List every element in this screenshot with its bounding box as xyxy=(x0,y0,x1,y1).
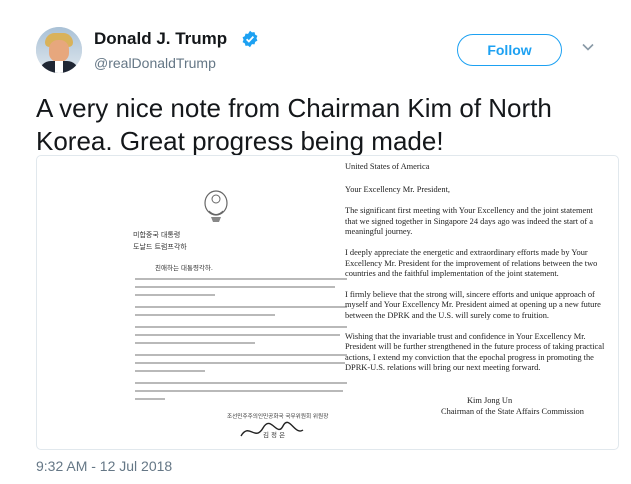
korean-greeting: 친애하는 대통령각하. xyxy=(155,264,213,272)
korean-text-line xyxy=(135,306,347,308)
letter-signer: Kim Jong Un xyxy=(467,395,513,405)
recipient-line-1: 미합중국 대통령 xyxy=(133,231,181,239)
chevron-down-icon[interactable] xyxy=(581,40,595,54)
korean-text-line xyxy=(135,326,347,328)
letter-paragraph-3: I firmly believe that the strong will, s… xyxy=(345,289,601,320)
korean-text-line xyxy=(135,354,347,356)
state-emblem-icon xyxy=(204,190,228,222)
korean-text-line xyxy=(135,314,275,316)
letter-salutation: Your Excellency Mr. President, xyxy=(345,184,450,194)
tweet-timestamp[interactable]: 9:32 AM - 12 Jul 2018 xyxy=(36,458,172,474)
korean-text-line xyxy=(135,342,255,344)
letter-paragraph-4: Wishing that the invariable trust and co… xyxy=(345,331,605,373)
english-translation: United States of America Your Excellency… xyxy=(345,162,605,417)
author-handle[interactable]: @realDonaldTrump xyxy=(94,55,216,71)
korean-text-line xyxy=(135,294,215,296)
author-name[interactable]: Donald J. Trump xyxy=(94,29,227,49)
korean-text-line xyxy=(135,334,340,336)
korean-text-line xyxy=(135,278,347,280)
korean-signature-name: 김 정 은 xyxy=(263,431,286,439)
korean-letter: 미합중국 대통령 도날드 트럼프각하 친애하는 대통령각하. 조선민주주의인민공… xyxy=(77,156,357,449)
korean-text-line xyxy=(135,382,347,384)
korean-text-line xyxy=(135,390,343,392)
tweet-text: A very nice note from Chairman Kim of No… xyxy=(36,93,552,156)
letter-paragraph-2: I deeply appreciate the energetic and ex… xyxy=(345,247,598,279)
letter-heading: United States of America xyxy=(345,162,430,171)
recipient-line-2: 도날드 트럼프각하 xyxy=(133,243,187,251)
korean-text-line xyxy=(135,370,205,372)
korean-text-line xyxy=(135,362,345,364)
avatar[interactable] xyxy=(36,27,82,73)
verified-badge-icon xyxy=(242,30,258,48)
letter-signer-title: Chairman of the State Affairs Commission xyxy=(441,406,584,416)
letter-image[interactable]: 미합중국 대통령 도날드 트럼프각하 친애하는 대통령각하. 조선민주주의인민공… xyxy=(36,155,619,450)
letter-paragraph-1: The significant first meeting with Your … xyxy=(345,206,593,237)
follow-button[interactable]: Follow xyxy=(457,34,562,66)
korean-text-line xyxy=(135,398,165,400)
korean-text-line xyxy=(135,286,335,288)
